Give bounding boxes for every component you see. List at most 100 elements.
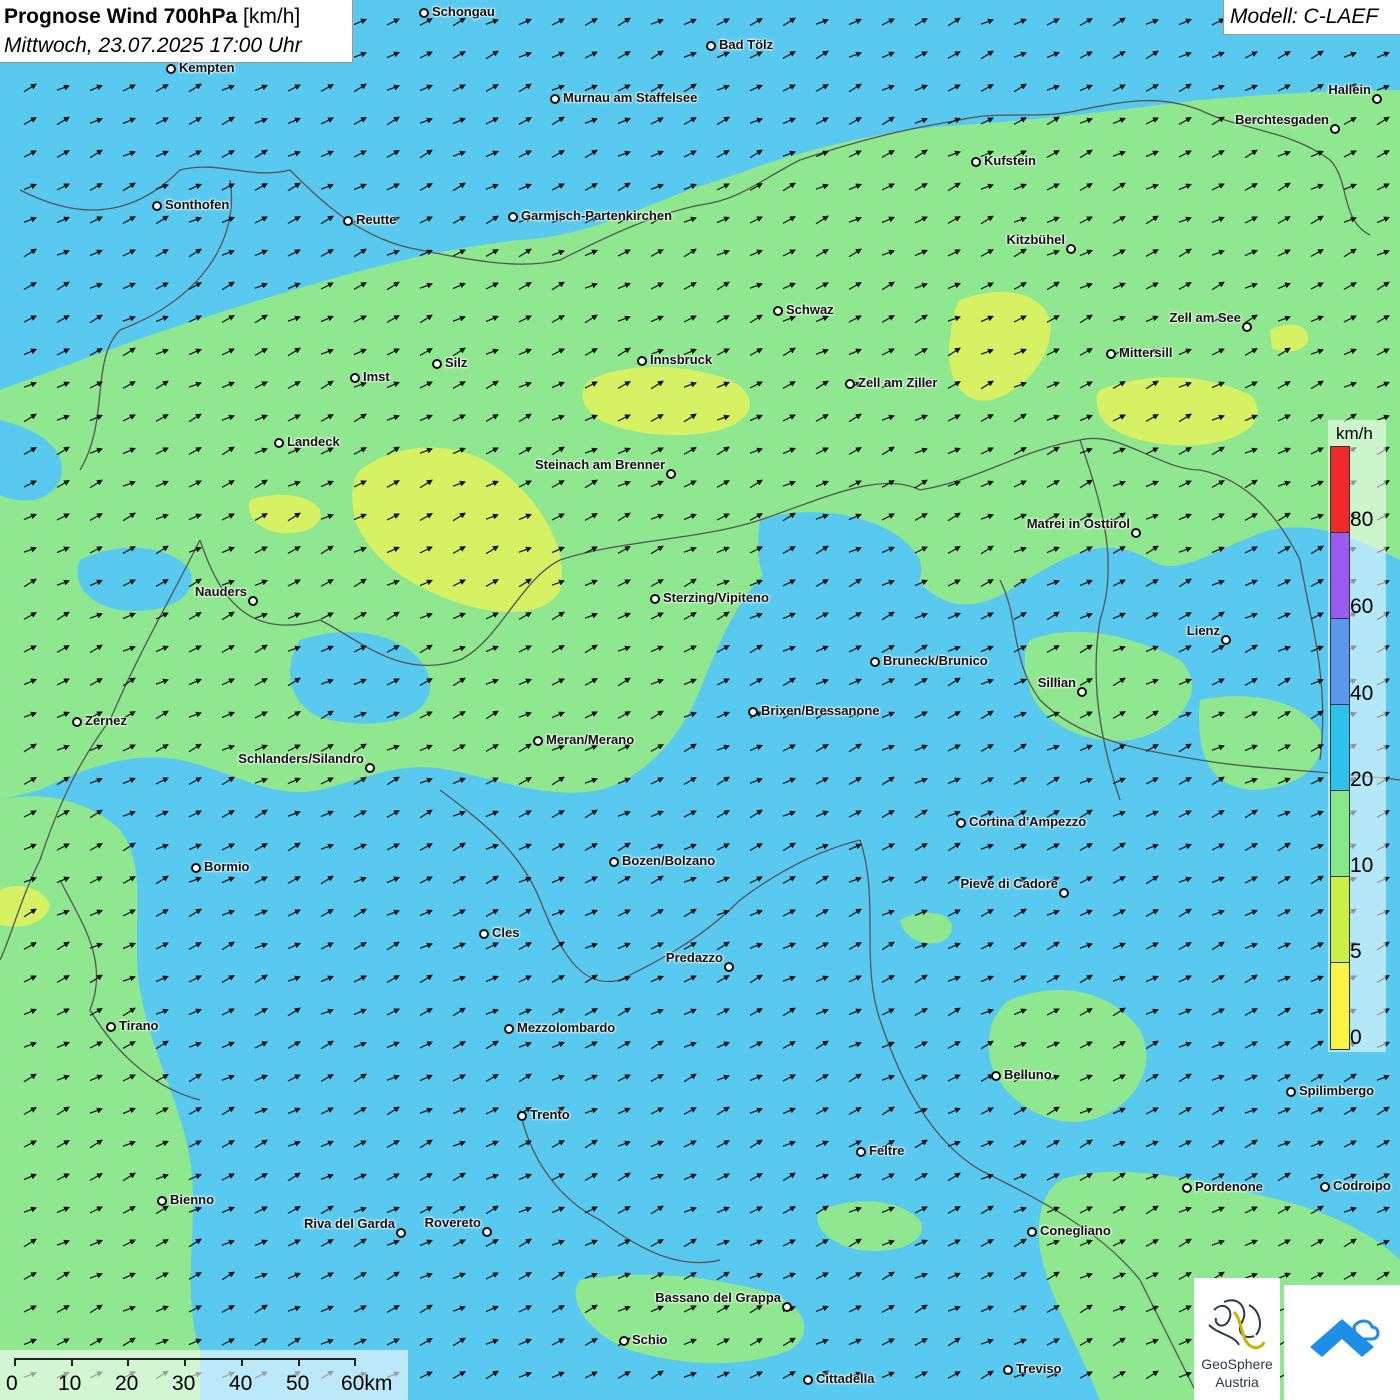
- city-label: Kitzbühel: [1006, 232, 1066, 247]
- city-label: Belluno: [1004, 1067, 1052, 1082]
- city-dot: [106, 1022, 116, 1032]
- city-label: Steinach am Brenner: [534, 457, 665, 472]
- city-dot: [706, 41, 716, 51]
- city-dot: [504, 1024, 514, 1034]
- city-dot: [517, 1111, 527, 1121]
- city-label: Cortina d'Ampezzo: [969, 814, 1087, 829]
- city-dot: [191, 863, 201, 873]
- model-label: Modell: C-LAEF: [1230, 5, 1379, 28]
- city-dot: [1027, 1227, 1037, 1237]
- city-label: Zernez: [85, 713, 127, 728]
- city-label: Brixen/Bressanone: [761, 703, 880, 718]
- city-label: Murnau am Staffelsee: [563, 90, 698, 105]
- city-dot: [1242, 322, 1252, 332]
- city-dot: [956, 818, 966, 828]
- city-label: Predazzo: [665, 950, 723, 965]
- city-dot: [609, 857, 619, 867]
- scale-tick: [127, 1358, 129, 1366]
- city-label: Cittadella: [816, 1371, 875, 1386]
- scale-tick: [298, 1358, 300, 1366]
- legend-bar-40: [1330, 618, 1350, 706]
- city-label: Schwaz: [786, 302, 834, 317]
- legend-bar-60: [1330, 532, 1350, 620]
- city-dot: [637, 356, 647, 366]
- cloud-app-logo: [1284, 1285, 1400, 1400]
- scale-tick: [354, 1358, 356, 1366]
- city-dot: [152, 201, 162, 211]
- city-label: Trento: [530, 1107, 570, 1122]
- model-label-box: Modell: C-LAEF: [1223, 0, 1400, 35]
- city-dot: [803, 1375, 813, 1385]
- legend-tick-60: 60: [1350, 595, 1374, 618]
- city-label: Zell am See: [1169, 310, 1241, 325]
- city-label: Cles: [492, 925, 520, 940]
- city-label: Matrei in Osttirol: [1026, 516, 1130, 531]
- city-dot: [419, 8, 429, 18]
- city-label: Schlanders/Silandro: [238, 751, 364, 766]
- scale-label: 50: [286, 1372, 310, 1395]
- city-label: Schio: [632, 1332, 668, 1347]
- city-label: Lienz: [1186, 623, 1220, 638]
- city-label: Rovereto: [424, 1215, 481, 1230]
- city-dot: [666, 469, 676, 479]
- city-dot: [1131, 528, 1141, 538]
- legend-bar-10: [1330, 790, 1350, 878]
- city-dot: [550, 94, 560, 104]
- city-dot: [508, 212, 518, 222]
- city-label: Bormio: [204, 859, 250, 874]
- scale-label: 0: [6, 1372, 18, 1395]
- city-dot: [748, 707, 758, 717]
- city-label: Garmisch-Partenkirchen: [521, 208, 673, 223]
- city-dot: [396, 1228, 406, 1238]
- geosphere-name: GeoSphere: [1201, 1356, 1273, 1372]
- city-label: Bassano del Grappa: [655, 1290, 781, 1305]
- geosphere-logo: GeoSphere Austria: [1194, 1278, 1280, 1400]
- legend-tick-0: 0: [1350, 1026, 1362, 1049]
- legend-bar-80: [1330, 446, 1350, 534]
- city-label: Nauders: [194, 584, 247, 599]
- city-label: Schongau: [432, 4, 495, 19]
- color-legend: km/h 80 60 40 20 10 5 0: [1328, 420, 1386, 1052]
- city-label: Pordenone: [1195, 1179, 1263, 1194]
- city-dot: [1330, 124, 1340, 134]
- legend-bar-5: [1330, 876, 1350, 964]
- city-dot: [650, 594, 660, 604]
- city-dot: [782, 1302, 792, 1312]
- legend-bar-0: [1330, 962, 1350, 1050]
- city-label: Silz: [445, 355, 468, 370]
- city-dot: [72, 717, 82, 727]
- city-label: Meran/Merano: [546, 732, 635, 747]
- city-label: Kufstein: [984, 153, 1036, 168]
- legend-unit: km/h: [1336, 424, 1373, 443]
- scale-label: 30: [172, 1372, 196, 1395]
- city-label: Sonthofen: [165, 197, 230, 212]
- scale-tick: [241, 1358, 243, 1366]
- city-dot: [991, 1071, 1001, 1081]
- city-dot: [274, 438, 284, 448]
- city-label: Riva del Garda: [303, 1216, 395, 1231]
- city-label: Feltre: [869, 1143, 905, 1158]
- city-label: Mezzolombardo: [517, 1020, 616, 1035]
- city-label: Innsbruck: [650, 352, 713, 367]
- city-dot: [479, 929, 489, 939]
- city-dot: [1003, 1365, 1013, 1375]
- city-label: Codroipo: [1333, 1178, 1391, 1193]
- city-label: Bruneck/Brunico: [883, 653, 988, 668]
- city-label: Imst: [363, 369, 390, 384]
- city-label: Bozen/Bolzano: [622, 853, 716, 868]
- legend-tick-10: 10: [1350, 854, 1374, 877]
- city-label: Kempten: [179, 60, 235, 75]
- city-label: Zell am Ziller: [858, 375, 938, 390]
- title-box: Prognose Wind 700hPa [km/h] Mittwoch, 23…: [0, 0, 353, 63]
- scale-label: 60km: [341, 1372, 393, 1395]
- scale-label: 10: [58, 1372, 82, 1395]
- city-dot: [773, 306, 783, 316]
- city-label: Reutte: [356, 212, 397, 227]
- city-dot: [1221, 635, 1231, 645]
- title-unit: [km/h]: [243, 5, 301, 28]
- map-title: Prognose Wind 700hPa [km/h]: [4, 5, 300, 29]
- city-dot: [432, 359, 442, 369]
- city-label: Pieve di Cadore: [960, 876, 1058, 891]
- city-dot: [1066, 244, 1076, 254]
- city-label: Sterzing/Vipiteno: [663, 590, 769, 605]
